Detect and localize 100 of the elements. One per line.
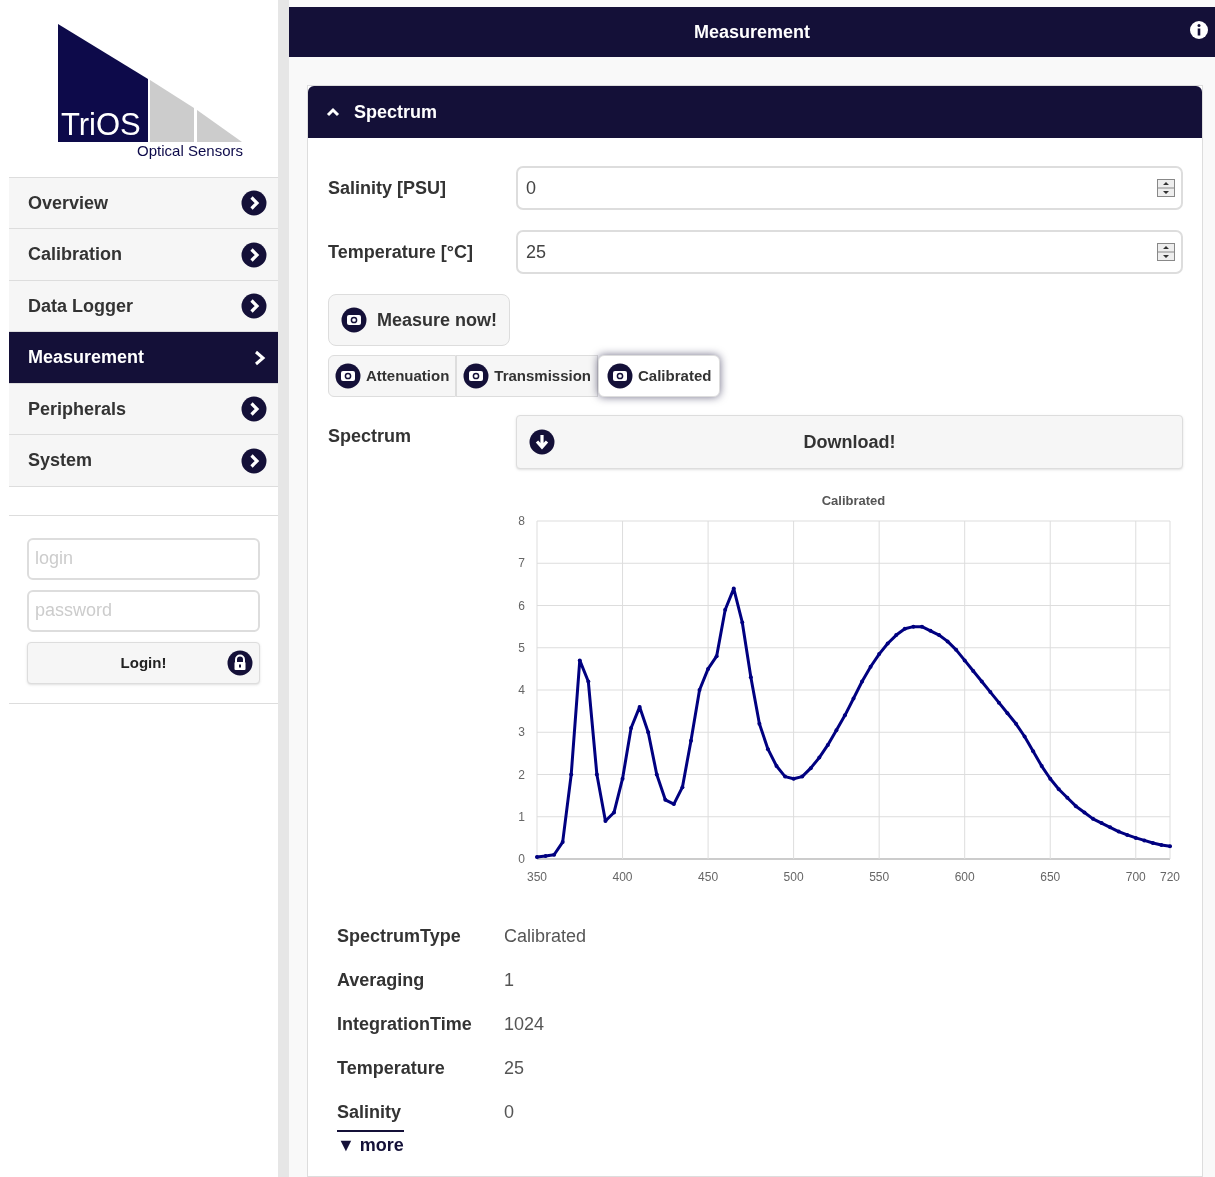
login-button[interactable]: Login! — [27, 641, 260, 684]
data-point — [1108, 825, 1113, 830]
y-tick-label: 7 — [518, 556, 525, 571]
data-point — [885, 641, 890, 646]
data-point — [637, 704, 642, 709]
panel-header[interactable]: Spectrum — [308, 86, 1202, 138]
mode-tab[interactable]: Attenuation — [328, 355, 457, 397]
y-tick-label: 2 — [518, 767, 525, 782]
download-button[interactable]: Download! — [516, 415, 1183, 469]
data-point — [791, 776, 796, 781]
data-point — [748, 675, 753, 680]
x-tick-label: 450 — [698, 870, 719, 884]
mode-tab[interactable]: Transmission — [456, 355, 599, 397]
x-tick-label: 550 — [869, 870, 890, 884]
info-icon[interactable] — [1189, 20, 1209, 40]
number-field[interactable]: 0 — [516, 166, 1183, 210]
nav-item[interactable]: Data Logger — [9, 280, 278, 333]
data-point — [577, 658, 582, 663]
data-point — [706, 666, 711, 671]
data-point — [774, 764, 779, 769]
data-point — [646, 730, 651, 735]
data-point — [808, 766, 813, 771]
logo-wordmark: TriOS — [61, 109, 141, 140]
nav-item[interactable]: Peripherals — [9, 383, 278, 436]
chevron-icon — [241, 190, 267, 216]
info-key: Temperature — [337, 1055, 504, 1082]
y-tick-label: 6 — [518, 598, 525, 613]
data-point — [954, 647, 959, 652]
data-point — [688, 738, 693, 743]
data-point — [569, 772, 574, 777]
lock-icon — [227, 649, 253, 676]
panel-title: Spectrum — [354, 100, 438, 124]
more-link[interactable]: ▼ more — [337, 1130, 404, 1159]
camera-icon — [335, 363, 361, 389]
mode-tab[interactable]: Calibrated — [598, 355, 721, 397]
data-point — [1039, 764, 1044, 769]
data-point — [594, 772, 599, 777]
data-point — [663, 797, 668, 802]
spinner-icon[interactable] — [1157, 179, 1175, 197]
data-point — [714, 654, 719, 659]
data-point — [535, 854, 539, 859]
x-tick-label: 400 — [612, 870, 633, 884]
data-point — [860, 679, 865, 684]
data-point — [1142, 838, 1147, 843]
nav-item[interactable]: Overview — [9, 177, 278, 230]
data-point — [1005, 711, 1010, 716]
x-tick-label: 350 — [527, 870, 547, 884]
info-key: Salinity — [337, 1099, 504, 1126]
spectrum-label: Spectrum — [328, 425, 413, 448]
data-point — [612, 810, 616, 815]
data-point — [800, 774, 805, 779]
info-key: SpectrumType — [337, 923, 504, 950]
download-icon — [529, 429, 555, 455]
data-point — [1168, 844, 1172, 849]
data-point — [988, 690, 993, 695]
y-tick-label: 4 — [518, 683, 525, 697]
chevron-icon — [241, 293, 267, 319]
data-point — [697, 688, 702, 692]
data-point — [1022, 734, 1027, 739]
data-point — [1099, 821, 1104, 826]
data-point — [1048, 776, 1053, 781]
nav-item[interactable]: System — [9, 435, 278, 487]
data-point — [962, 658, 967, 663]
nav-item[interactable]: Measurement — [9, 332, 278, 384]
x-tick-label: 500 — [783, 870, 804, 884]
spinner-icon[interactable] — [1157, 243, 1175, 261]
data-point — [603, 819, 608, 823]
data-point — [996, 700, 1001, 705]
data-point — [1091, 816, 1095, 821]
data-point — [1133, 835, 1138, 840]
logo-tagline: Optical Sensors — [137, 142, 243, 161]
nav-item[interactable]: Calibration — [9, 229, 278, 281]
data-point — [671, 802, 676, 807]
data-point — [654, 772, 659, 777]
data-point — [911, 624, 916, 629]
data-point — [757, 721, 762, 726]
data-point — [834, 728, 839, 733]
camera-icon — [607, 363, 634, 389]
data-point — [1056, 787, 1061, 792]
data-point — [928, 628, 933, 633]
caret-icon — [326, 107, 340, 117]
measure-button[interactable]: Measure now! — [328, 294, 511, 346]
data-point — [783, 774, 788, 779]
data-point — [868, 664, 873, 669]
data-point — [937, 633, 942, 638]
info-key: Averaging — [337, 967, 504, 994]
data-point — [1014, 721, 1019, 726]
data-point — [894, 633, 899, 638]
info-key: IntegrationTime — [337, 1011, 504, 1038]
chevron-icon — [241, 241, 267, 268]
info-value: 0 — [504, 1101, 514, 1124]
data-point — [971, 669, 976, 673]
data-point — [1031, 749, 1036, 754]
data-point — [1065, 795, 1070, 800]
data-point — [543, 854, 548, 859]
data-point — [740, 620, 745, 625]
chevron-icon — [241, 447, 267, 474]
data-point — [877, 652, 882, 657]
chevron-icon — [241, 396, 267, 422]
number-field[interactable]: 25 — [516, 230, 1183, 274]
